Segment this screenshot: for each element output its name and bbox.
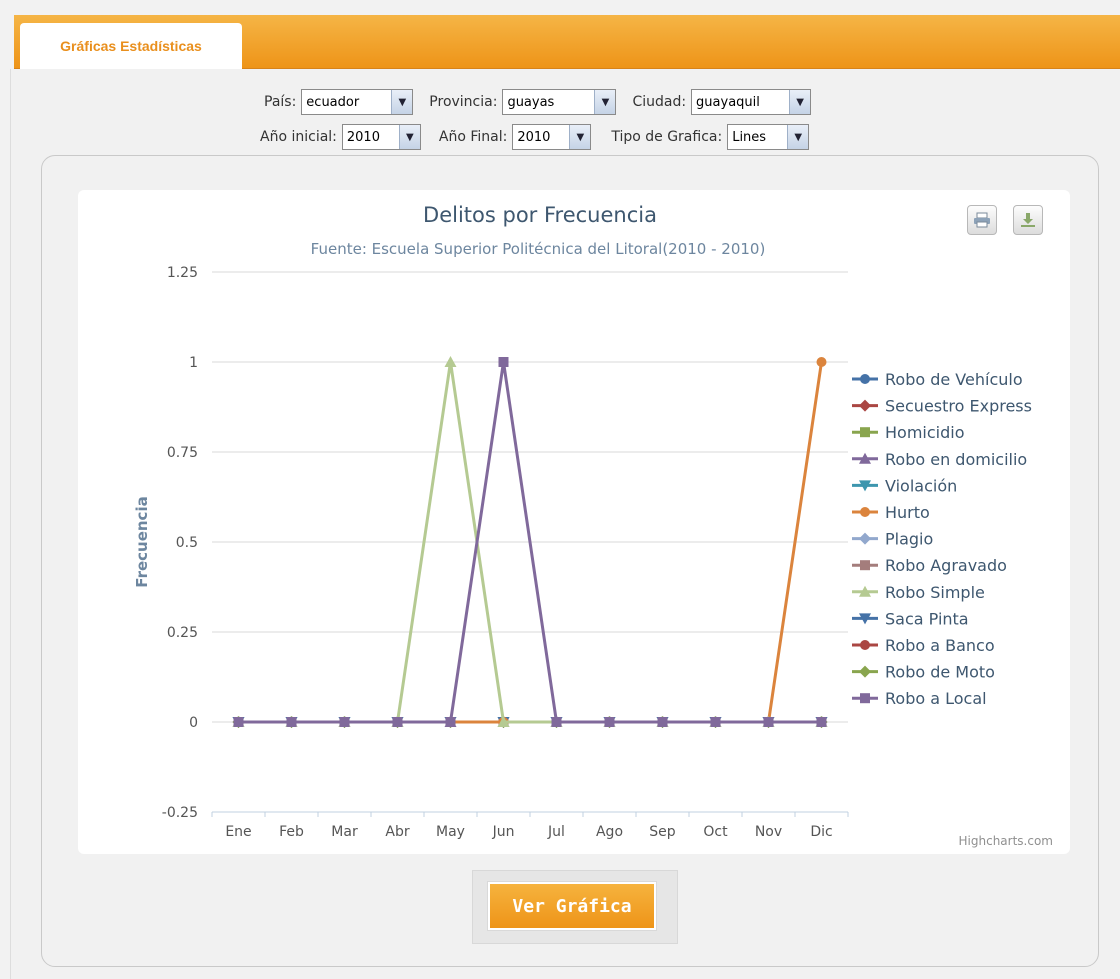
y-tick-label: 0.75 [167,445,198,461]
legend-label: Robo de Moto [885,663,995,682]
legend-label: Robo a Banco [885,636,995,655]
line-chart: -0.25 0 0.25 0.5 0.75 1 1.25 Ene Feb Mar Abr May Jun… [133,203,1053,848]
highcharts-credits[interactable]: Highcharts.com [959,834,1053,848]
legend-item[interactable]: Robo a Local [852,689,987,708]
y-tick-label: 0 [189,715,198,731]
legend-label: Saca Pinta [885,609,969,628]
legend-item[interactable]: Robo Agravado [852,556,1007,575]
legend-label: Robo Agravado [885,556,1007,575]
legend-label: Robo de Vehículo [885,370,1023,389]
data-point[interactable] [657,717,668,727]
legend-marker [860,427,870,438]
data-point[interactable] [551,717,562,727]
y-tick-label: -0.25 [162,805,198,821]
legend-marker [860,374,870,384]
x-tick-label: Feb [279,824,304,840]
legend-item[interactable]: Robo a Banco [852,636,995,655]
data-point[interactable] [710,717,721,727]
data-point[interactable] [763,717,774,727]
legend-item[interactable]: Hurto [852,503,930,522]
legend-marker [860,693,870,704]
legend-item[interactable]: Robo Simple [852,583,985,602]
x-tick-label: Mar [331,824,358,840]
legend-label: Plagio [885,530,933,549]
legend-marker [859,399,871,412]
y-tick-label: 1.25 [167,265,198,281]
legend-label: Homicidio [885,423,964,442]
x-tick-label: Sep [649,824,676,840]
ver-grafica-button[interactable]: Ver Gráfica [488,882,656,930]
data-point[interactable] [392,717,403,727]
legend-marker [860,560,870,571]
x-tick-label: Jun [492,824,515,840]
y-tick-label: 0.5 [176,535,198,551]
legend-label: Robo a Local [885,689,987,708]
x-tick-label: Ago [596,824,623,840]
x-tick-label: Dic [810,824,832,840]
data-point[interactable] [286,717,297,727]
legend-item[interactable]: Saca Pinta [852,609,969,628]
legend-item[interactable]: Violación [852,476,957,495]
data-point[interactable] [604,717,615,727]
legend-item[interactable]: Robo en domicilio [852,450,1027,469]
x-tick-label: Jul [547,824,565,840]
legend-marker [859,532,871,545]
x-tick-label: Nov [755,824,782,840]
data-point[interactable] [816,717,827,727]
legend-label: Secuestro Express [885,397,1032,416]
chart-subtitle: Fuente: Escuela Superior Politécnica del… [311,240,766,258]
x-tick-label: May [436,824,465,840]
legend-label: Robo Simple [885,583,985,602]
legend-label: Violación [885,476,957,495]
legend-item[interactable]: Plagio [852,530,933,549]
x-tick-label: Abr [385,824,409,840]
legend-marker [859,665,871,678]
data-point[interactable] [445,717,456,727]
y-tick-label: 1 [189,355,198,371]
legend-item[interactable]: Secuestro Express [852,397,1032,416]
y-tick-label: 0.25 [167,625,198,641]
legend-label: Robo en domicilio [885,450,1027,469]
legend-item[interactable]: Robo de Moto [852,663,995,682]
chart-title: Delitos por Frecuencia [423,203,657,227]
x-tick-label: Ene [225,824,251,840]
legend-marker [860,507,870,517]
legend-item[interactable]: Robo de Vehículo [852,370,1023,389]
x-tick-label: Oct [703,824,728,840]
y-axis-title: Frecuencia [133,496,151,587]
data-point[interactable] [339,717,350,727]
legend-item[interactable]: Homicidio [852,423,964,442]
legend-label: Hurto [885,503,930,522]
legend-marker [860,640,870,650]
data-point[interactable] [498,357,509,367]
data-point[interactable] [816,357,827,367]
data-point[interactable] [233,717,244,727]
